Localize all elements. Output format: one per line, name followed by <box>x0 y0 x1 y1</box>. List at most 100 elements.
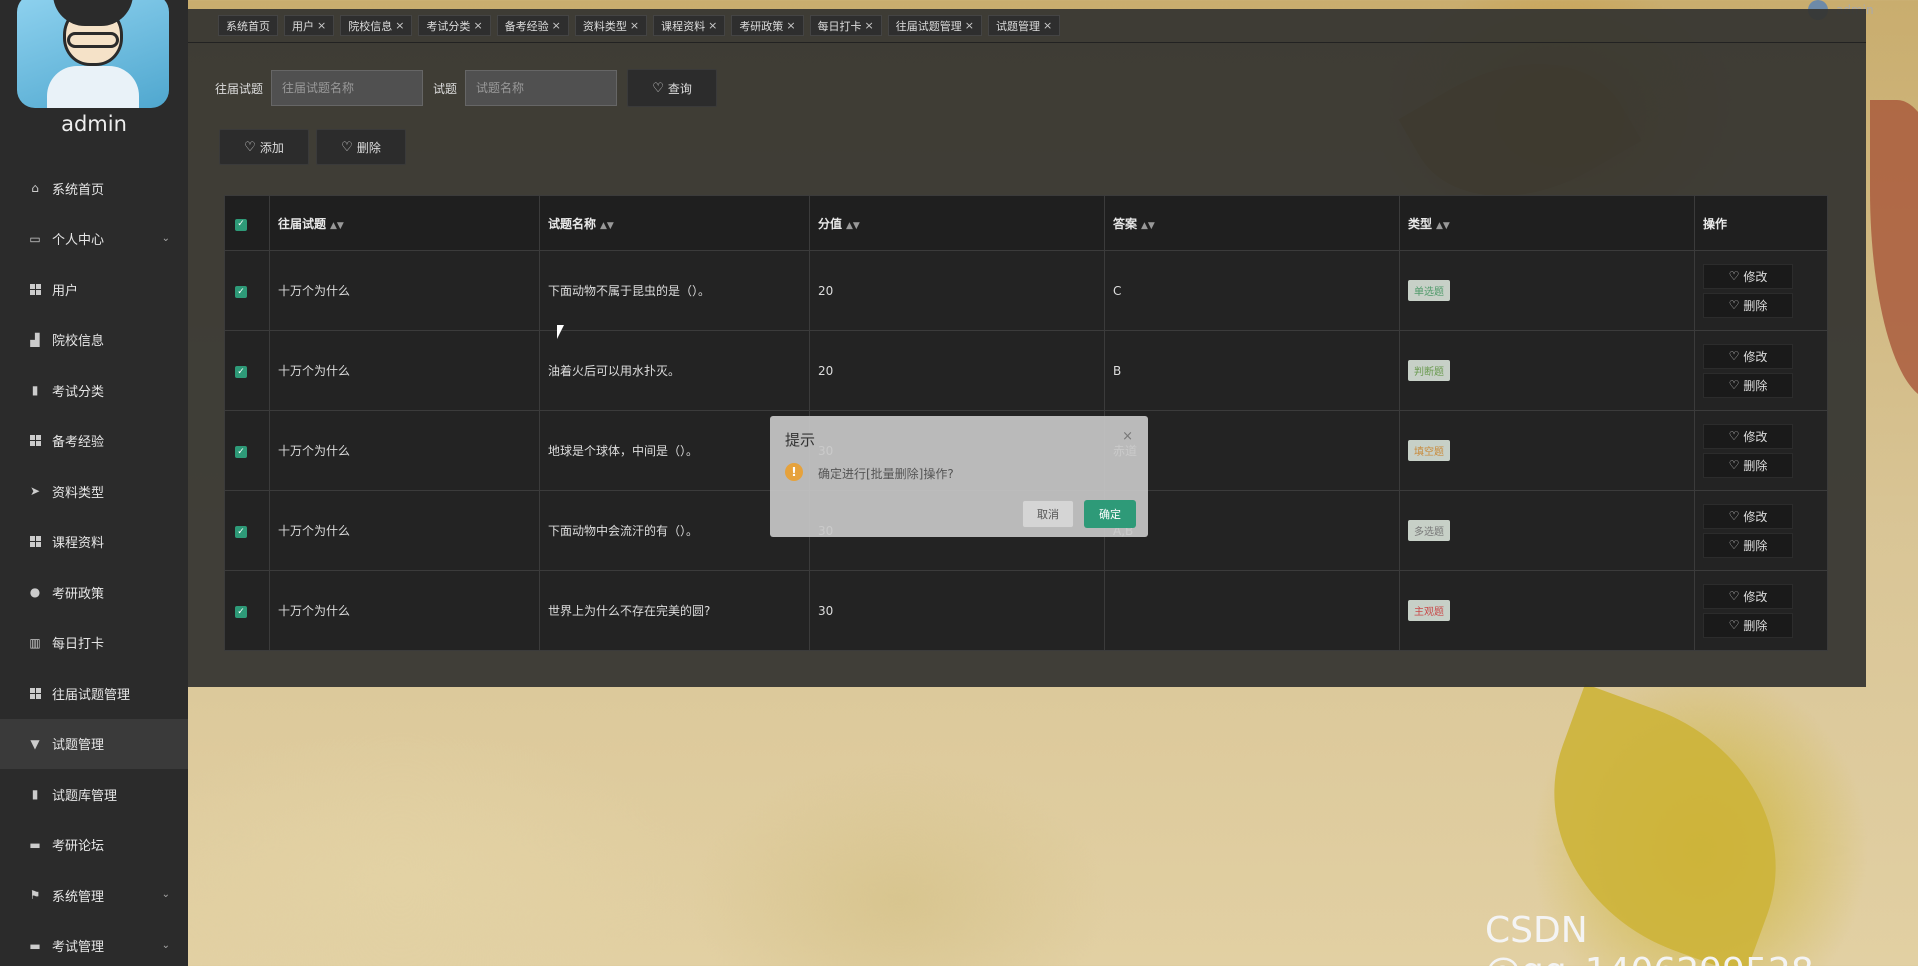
row-select-cell: ✓ <box>224 410 270 491</box>
row-select-cell: ✓ <box>224 330 270 411</box>
tab-close-icon[interactable]: × <box>552 19 561 32</box>
batch-delete-button[interactable]: ♡ 删除 <box>316 129 406 165</box>
tab-label: 试题管理 <box>995 19 1040 33</box>
row-checkbox[interactable]: ✓ <box>235 526 247 539</box>
header-operations: 操作 <box>1694 195 1828 251</box>
tab-close-icon[interactable]: × <box>473 19 482 32</box>
edit-button[interactable]: ♡ 修改 <box>1703 263 1793 289</box>
sidebar-item[interactable]: 往届试题管理 <box>0 668 188 719</box>
sidebar-item[interactable]: 课程资料 <box>0 517 188 568</box>
sort-icon: ▲▼ <box>1436 220 1450 231</box>
tab-close-icon[interactable]: × <box>865 19 874 32</box>
batch-delete-button-label: 删除 <box>356 140 381 155</box>
tab[interactable]: 资料类型 × <box>574 15 648 36</box>
sidebar-item[interactable]: 备考经验 <box>0 416 188 467</box>
query-button[interactable]: ♡ 查询 <box>627 69 718 107</box>
sort-icon: ▲▼ <box>1141 220 1155 231</box>
tab[interactable]: 考研政策 × <box>731 15 804 36</box>
tab[interactable]: 系统首页 <box>218 15 278 36</box>
row-select-cell: ✓ <box>224 250 270 331</box>
sidebar-item[interactable]: ▼ 试题管理 <box>0 718 188 769</box>
edit-button-label: 修改 <box>1743 349 1768 364</box>
confirm-button[interactable]: 确定 <box>1084 500 1136 528</box>
close-icon[interactable]: × <box>1122 429 1133 444</box>
sidebar-item-label: 考试管理 <box>52 940 105 956</box>
tab[interactable]: 院校信息 × <box>340 15 413 36</box>
add-button[interactable]: ♡ 添加 <box>219 129 309 165</box>
sidebar-item[interactable]: ⚑ 系统管理 ⌄ <box>0 870 188 921</box>
tab-label: 每日打卡 <box>817 19 862 33</box>
edit-button[interactable]: ♡ 修改 <box>1703 503 1793 529</box>
edit-button[interactable]: ♡ 修改 <box>1703 343 1793 369</box>
cell-question-name: 下面动物不属于昆虫的是（）。 <box>539 250 810 331</box>
header-type-label: 类型 <box>1408 216 1433 231</box>
edit-button-label: 修改 <box>1743 269 1768 284</box>
tab[interactable]: 备考经验 × <box>496 15 569 36</box>
type-tag: 判断题 <box>1408 360 1450 381</box>
header-type[interactable]: 类型 ▲▼ <box>1399 195 1695 251</box>
delete-button[interactable]: ♡ 删除 <box>1703 372 1793 398</box>
sidebar-item-label: 试题库管理 <box>52 788 118 804</box>
edit-button[interactable]: ♡ 修改 <box>1703 423 1793 449</box>
sidebar-item[interactable]: ▬ 考研论坛 <box>0 820 188 871</box>
tab-close-icon[interactable]: × <box>708 19 717 32</box>
cell-operations: ♡ 修改 ♡ 删除 <box>1694 410 1828 491</box>
sidebar-item[interactable]: ⌂ 系统首页 <box>0 163 188 214</box>
delete-button[interactable]: ♡ 删除 <box>1703 292 1793 318</box>
cell-score: 20 <box>809 330 1105 411</box>
sidebar-item-label: 课程资料 <box>52 536 105 552</box>
add-button-label: 添加 <box>259 140 284 155</box>
delete-button[interactable]: ♡ 删除 <box>1703 452 1793 478</box>
sidebar-item[interactable]: ● 考研政策 <box>0 567 188 618</box>
question-name-input[interactable] <box>465 70 618 106</box>
delete-button[interactable]: ♡ 删除 <box>1703 532 1793 558</box>
header-exam[interactable]: 往届试题 ▲▼ <box>269 195 540 251</box>
tab-close-icon[interactable]: × <box>965 19 974 32</box>
chart-icon: ▥ <box>29 635 41 650</box>
sidebar-item[interactable]: ▭ 个人中心 ⌄ <box>0 214 188 265</box>
tab[interactable]: 往届试题管理 × <box>887 15 982 36</box>
sidebar-item[interactable]: ▬ 考试管理 ⌄ <box>0 921 188 966</box>
header-answer[interactable]: 答案 ▲▼ <box>1104 195 1400 251</box>
sidebar-item[interactable]: 用户 <box>0 264 188 315</box>
tab[interactable]: 课程资料 × <box>653 15 726 36</box>
exam-name-input[interactable] <box>271 70 424 106</box>
select-all-checkbox[interactable]: ✓ <box>235 218 247 231</box>
row-checkbox[interactable]: ✓ <box>235 366 247 379</box>
tab[interactable]: 考试分类 × <box>418 15 491 36</box>
edit-button[interactable]: ♡ 修改 <box>1703 583 1793 609</box>
sidebar-item[interactable]: ▟ 院校信息 <box>0 315 188 366</box>
tab[interactable]: 用户 × <box>284 15 335 36</box>
row-checkbox[interactable]: ✓ <box>235 446 247 459</box>
cell-type: 单选题 <box>1399 250 1695 331</box>
search-label-exam: 往届试题 <box>215 81 264 96</box>
row-checkbox[interactable]: ✓ <box>235 286 247 299</box>
header-score[interactable]: 分值 ▲▼ <box>809 195 1105 251</box>
row-checkbox[interactable]: ✓ <box>235 606 247 619</box>
sidebar-item[interactable]: ▮ 考试分类 <box>0 365 188 416</box>
sidebar-item[interactable]: ▮ 试题库管理 <box>0 769 188 820</box>
table-row: ✓ 十万个为什么 油着火后可以用水扑灭。 20 B 判断题 ♡ 修改 ♡ 删除 <box>224 330 1828 411</box>
sidebar-item[interactable]: ➤ 资料类型 <box>0 466 188 517</box>
cancel-button[interactable]: 取消 <box>1022 500 1074 528</box>
sidebar-item[interactable]: ▥ 每日打卡 <box>0 618 188 669</box>
mouse-cursor-icon <box>557 325 564 339</box>
header-question-name[interactable]: 试题名称 ▲▼ <box>539 195 810 251</box>
tab-close-icon[interactable]: × <box>630 19 639 32</box>
tab[interactable]: 每日打卡 × <box>809 15 882 36</box>
heart-icon: ♡ <box>341 139 353 155</box>
tab[interactable]: 试题管理 × <box>987 15 1061 36</box>
query-button-label: 查询 <box>667 81 692 96</box>
delete-button[interactable]: ♡ 删除 <box>1703 612 1793 638</box>
edit-button-label: 修改 <box>1743 429 1768 444</box>
tab-close-icon[interactable]: × <box>395 19 404 32</box>
type-tag: 填空题 <box>1408 440 1450 461</box>
heart-icon: ♡ <box>1728 298 1740 312</box>
dialog-title: 提示 <box>785 431 816 449</box>
type-tag: 多选题 <box>1408 520 1450 541</box>
tab-close-icon[interactable]: × <box>1043 19 1052 32</box>
tab-close-icon[interactable]: × <box>317 19 326 32</box>
chat-icon: ▬ <box>29 938 41 953</box>
cell-operations: ♡ 修改 ♡ 删除 <box>1694 250 1828 331</box>
tab-close-icon[interactable]: × <box>786 19 795 32</box>
